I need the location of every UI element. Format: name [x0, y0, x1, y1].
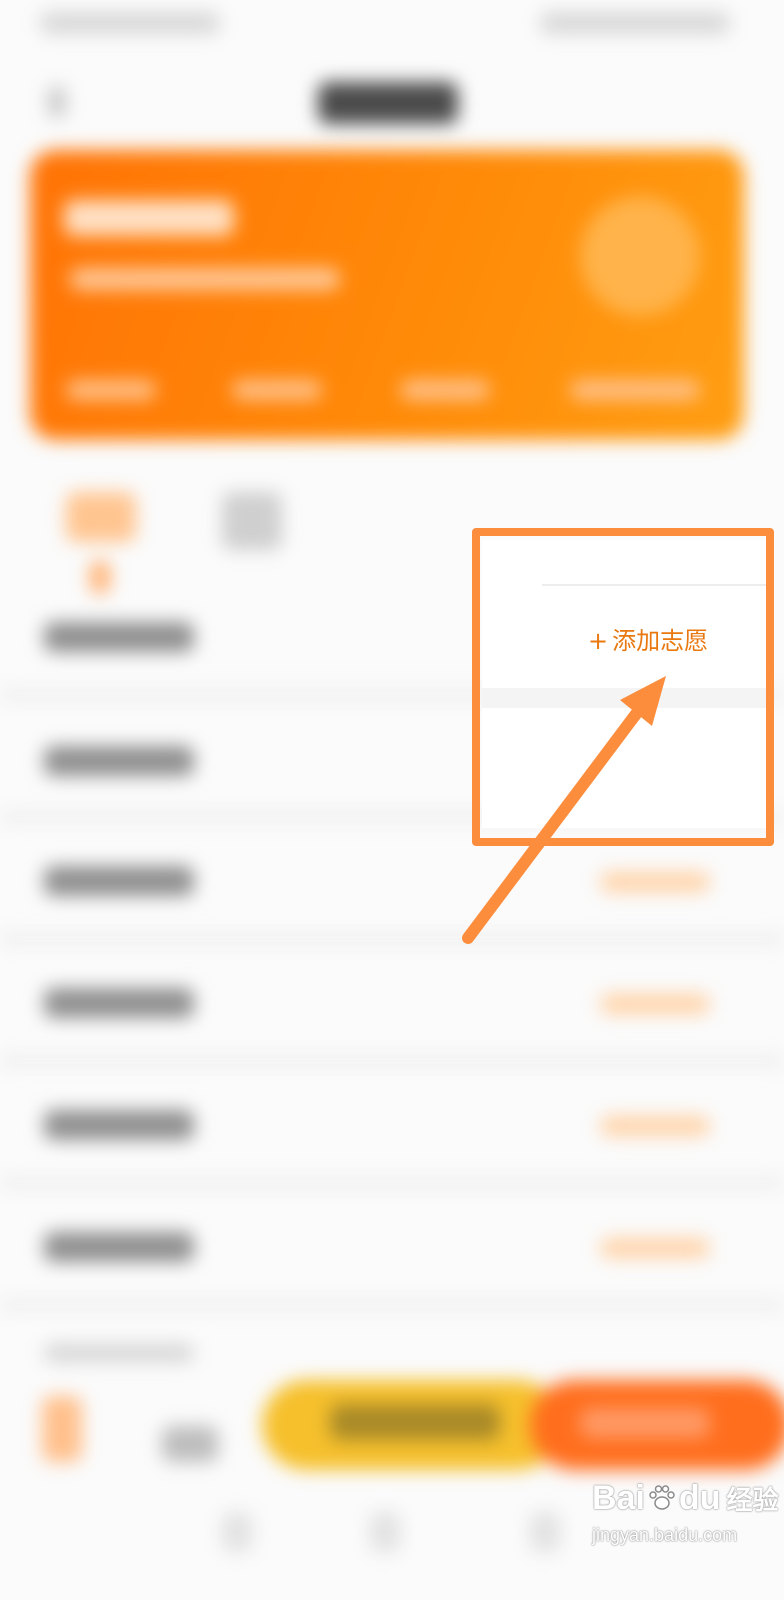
- page-title-blurred: [318, 82, 458, 124]
- back-arrow-icon[interactable]: [48, 86, 66, 118]
- list-divider: [0, 1056, 784, 1066]
- banner-subtext-blurred: [70, 268, 340, 290]
- tab-active-blurred[interactable]: [66, 492, 136, 542]
- list-item[interactable]: [44, 1110, 194, 1140]
- baidu-jingyan-watermark: Bai du 经验 jingyan.baidu.com: [592, 1478, 778, 1574]
- tab-inactive-blurred[interactable]: [222, 492, 282, 550]
- primary-action-label-blurred: [580, 1408, 710, 1438]
- banner-stat-blurred: [570, 380, 700, 400]
- list-item[interactable]: [44, 622, 194, 652]
- app-screen: + 添加志愿 Bai du 经验 jingyan.baidu.com: [0, 0, 784, 1600]
- secondary-action-label-blurred: [330, 1404, 500, 1440]
- list-item[interactable]: [44, 746, 194, 776]
- nav-icon[interactable]: [530, 1512, 560, 1552]
- status-bar-left: [40, 12, 220, 34]
- list-item[interactable]: [44, 1232, 194, 1262]
- add-wish-label: 添加志愿: [612, 627, 709, 655]
- banner-stat-blurred: [232, 380, 322, 400]
- panel-divider: [542, 584, 772, 586]
- list-item-value: [600, 994, 710, 1014]
- nav-icon[interactable]: [222, 1512, 252, 1552]
- status-bar-right: [540, 12, 730, 34]
- bottom-bar-icon[interactable]: [162, 1426, 218, 1462]
- list-item: [44, 1344, 194, 1362]
- banner-heading-blurred: [64, 200, 234, 236]
- banner-stat-blurred: [66, 380, 156, 400]
- highlighted-panel: [482, 540, 772, 828]
- list-item-value: [600, 1238, 710, 1258]
- list-item-value: [600, 1116, 710, 1136]
- baidu-paw-icon: [649, 1485, 675, 1510]
- list-divider: [0, 1300, 784, 1310]
- bottom-bar-icon[interactable]: [42, 1396, 82, 1462]
- panel-band: [482, 688, 766, 708]
- tab-indicator: [90, 560, 110, 594]
- plus-icon: +: [588, 627, 609, 655]
- banner-stat-blurred: [400, 380, 490, 400]
- watermark-logo: Bai du 经验: [592, 1479, 779, 1517]
- add-wish-button[interactable]: + 添加志愿: [588, 622, 708, 660]
- list-item[interactable]: [44, 988, 194, 1018]
- list-item-value: [600, 872, 710, 892]
- nav-icon[interactable]: [370, 1512, 400, 1552]
- banner-badge-icon: [580, 196, 700, 316]
- list-divider: [0, 1178, 784, 1188]
- watermark-url: jingyan.baidu.com: [592, 1525, 738, 1545]
- list-item[interactable]: [44, 866, 194, 896]
- list-divider: [0, 934, 784, 944]
